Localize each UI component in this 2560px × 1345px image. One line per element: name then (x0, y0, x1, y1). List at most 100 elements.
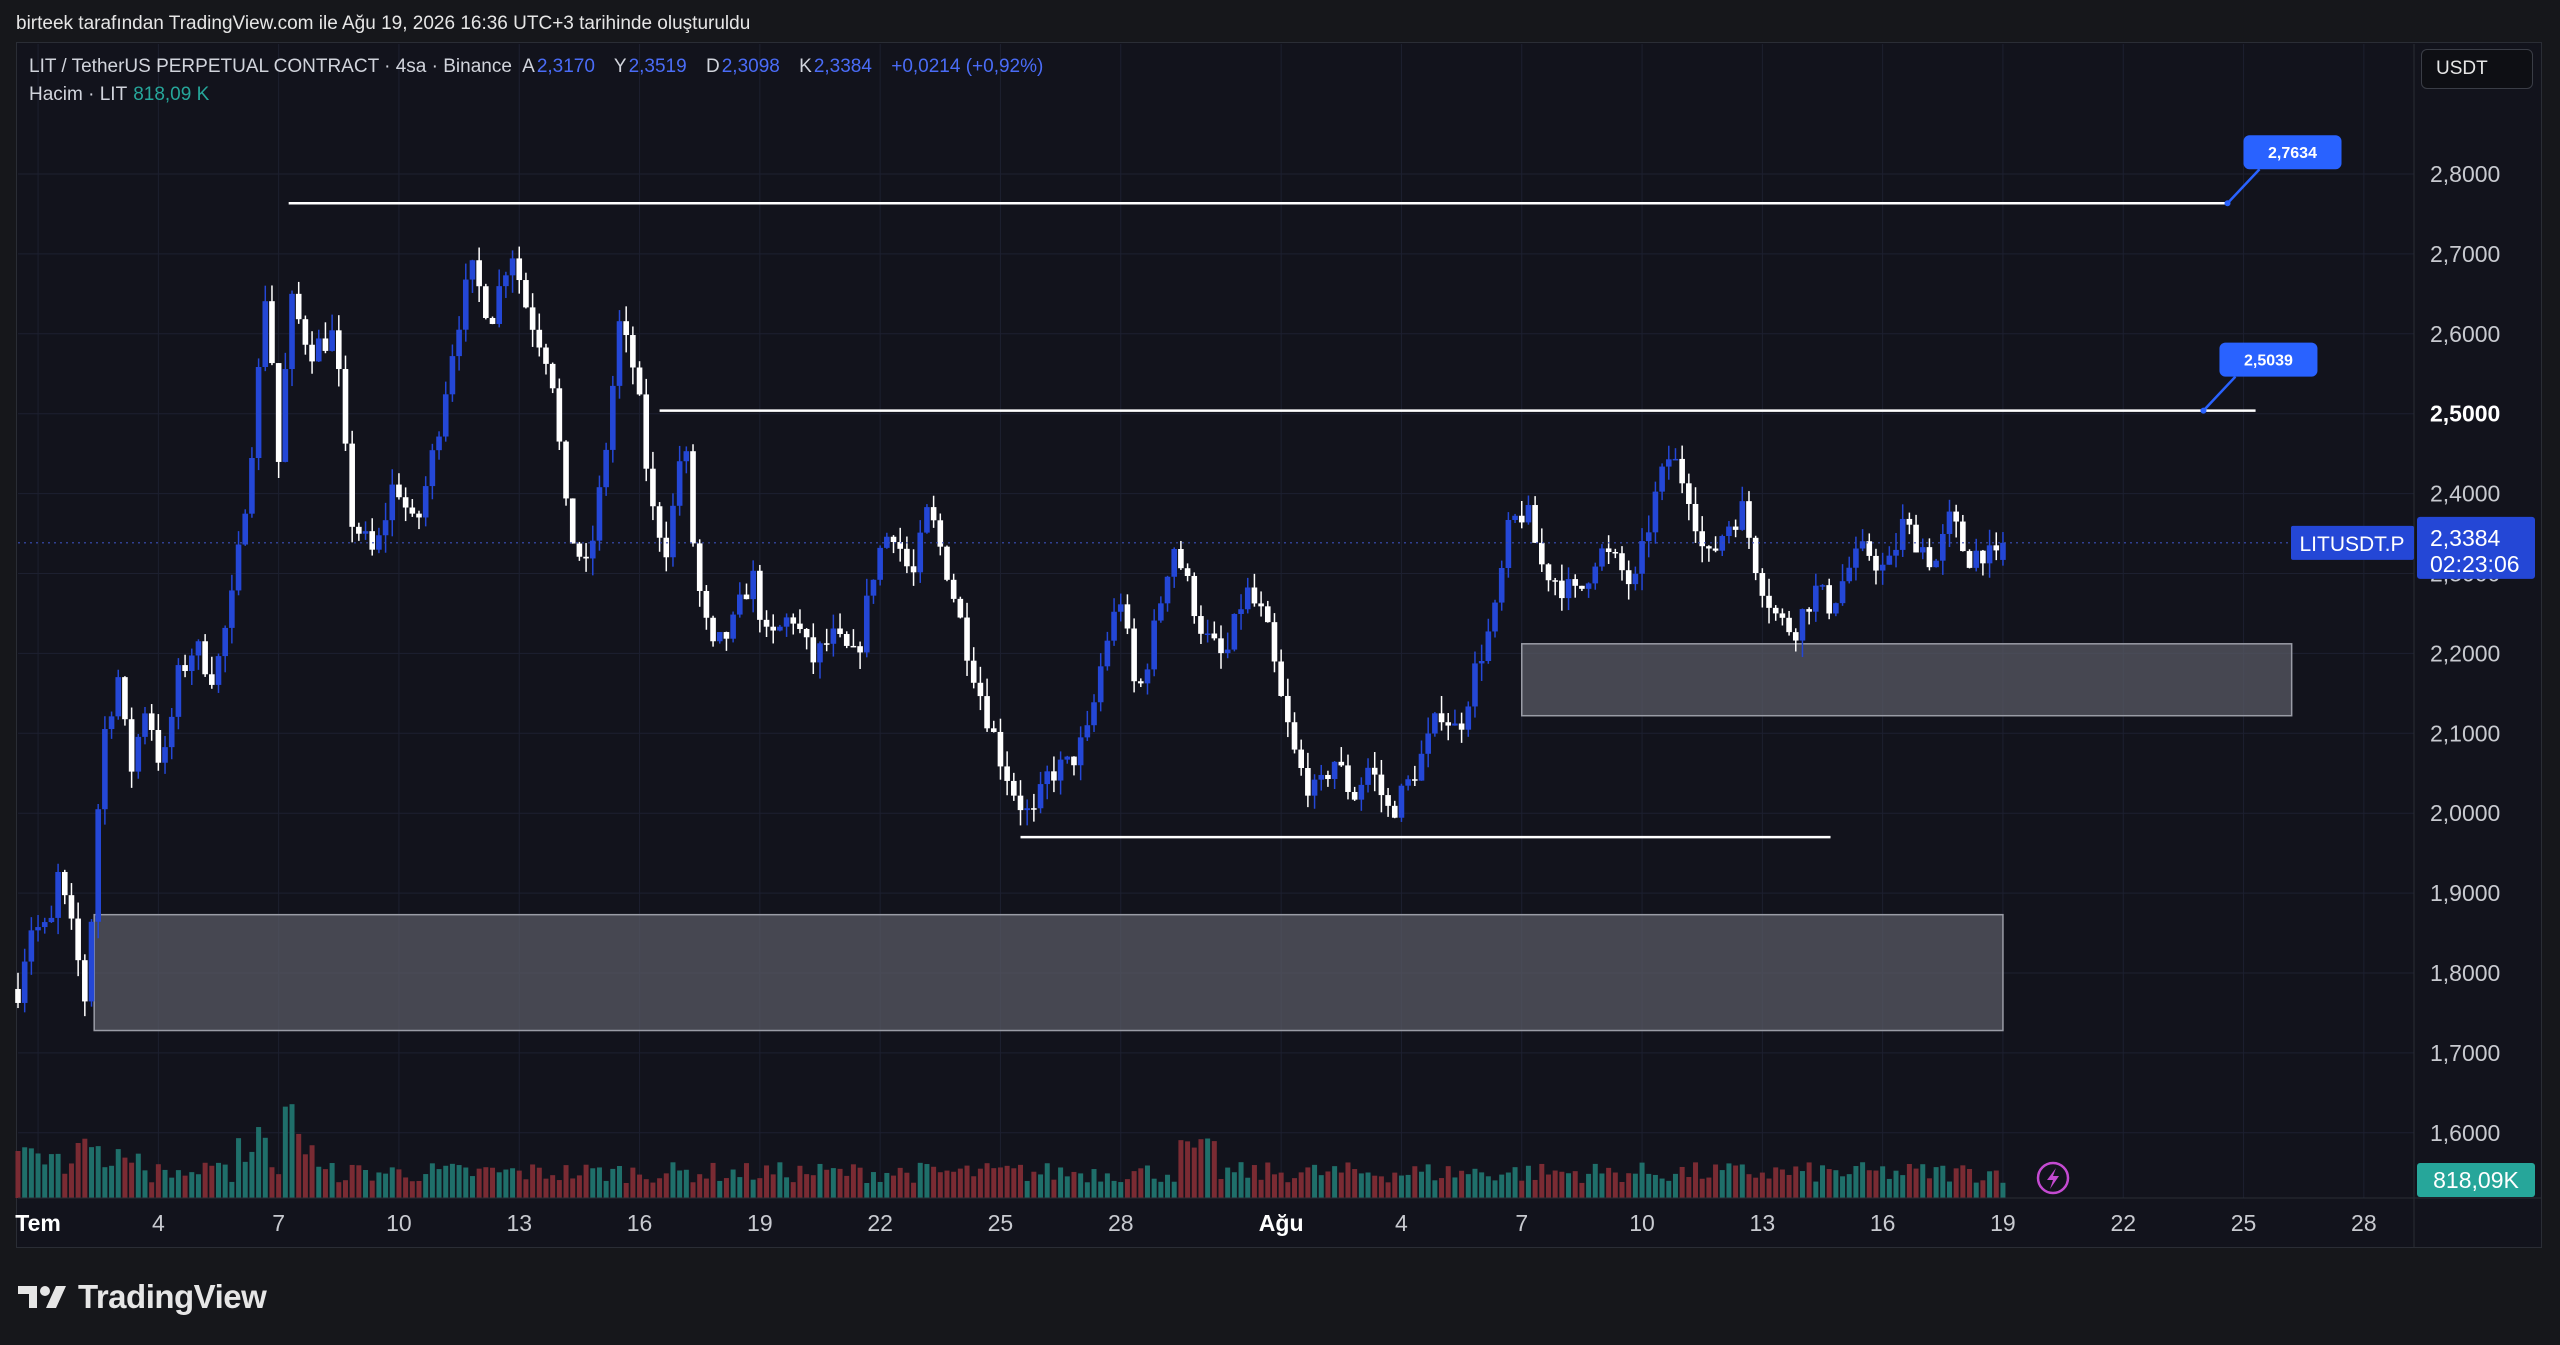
lightning-icon[interactable] (2036, 1161, 2070, 1195)
candle-body (28, 930, 35, 962)
candle-body (1599, 548, 1605, 567)
volume-bar (596, 1167, 602, 1198)
candle-body (1465, 706, 1472, 730)
volume-bar (997, 1167, 1003, 1198)
candle-body (977, 682, 984, 697)
y-tick-label: 2,7000 (2430, 241, 2500, 267)
candle-body (1271, 622, 1278, 662)
candle-body (1331, 761, 1338, 780)
callout-anchor (2224, 200, 2231, 207)
volume-bar (810, 1175, 816, 1198)
candle-body (1919, 547, 1926, 553)
volume-bar (463, 1167, 469, 1198)
volume-bar (897, 1167, 903, 1198)
volume-bar (1840, 1176, 1846, 1198)
volume-bar (1672, 1173, 1678, 1198)
x-tick-label: 13 (506, 1210, 532, 1236)
volume-bar (1599, 1173, 1605, 1198)
volume-bar (590, 1168, 596, 1198)
candle-body (1766, 595, 1772, 608)
lightning-icon-bolt (2047, 1168, 2059, 1189)
candle-body (536, 329, 543, 348)
tradingview-logo[interactable]: TradingView (18, 1278, 267, 1316)
candle-body (1017, 795, 1024, 811)
candle-body (148, 713, 155, 730)
price-chart[interactable]: 2,7634 2,5039 2,8000 2,7000 2,6000 2,5000 2,40… (0, 0, 2560, 1345)
volume-bar (1967, 1168, 1973, 1198)
volume-bar (617, 1166, 622, 1198)
volume-bar (603, 1180, 609, 1198)
volume-bar (891, 1175, 897, 1198)
volume-bar (1124, 1179, 1130, 1198)
volume-bar (1251, 1165, 1257, 1198)
candle-body (696, 543, 703, 591)
volume-bar (1512, 1167, 1518, 1198)
volume-bar (637, 1174, 643, 1198)
candle-body (442, 394, 449, 437)
volume-badge-value: 818,09K (2433, 1167, 2519, 1193)
volume-bar (877, 1181, 883, 1198)
symbol-name[interactable]: LIT / TetherUS PERPETUAL CONTRACT · 4sa … (29, 56, 512, 77)
candle-body (1679, 458, 1685, 484)
volume-bar (169, 1177, 175, 1198)
candle-body (877, 547, 883, 580)
volume-bar (1679, 1166, 1685, 1198)
volume-bar (1165, 1174, 1171, 1198)
volume-bar (75, 1142, 81, 1198)
volume-bar (1118, 1182, 1124, 1198)
volume-bar (503, 1169, 509, 1198)
volume-bar (777, 1162, 783, 1198)
volume-bar (1900, 1175, 1906, 1198)
candle-body (737, 594, 743, 615)
candle-body (1933, 560, 1939, 568)
candle-body (663, 537, 670, 558)
volume-bar (1586, 1173, 1592, 1198)
x-tick-label: 28 (2351, 1210, 2377, 1236)
candle-body (1117, 604, 1124, 612)
candle-body (389, 484, 396, 521)
volume-bar (189, 1172, 195, 1198)
volume-bar (1352, 1169, 1358, 1198)
volume-bar (1358, 1173, 1364, 1198)
candle-body (1285, 695, 1291, 723)
candle-body (1124, 604, 1131, 629)
candle-body (549, 363, 556, 389)
candle-body (315, 338, 322, 362)
candle-body (1084, 725, 1091, 738)
volume-bar (1940, 1165, 1946, 1198)
volume-bar (530, 1164, 536, 1198)
volume-bar (1144, 1165, 1150, 1198)
volume-bar (804, 1174, 810, 1198)
support-zone-2 (93, 913, 2004, 1032)
volume-bar (1472, 1168, 1478, 1198)
candle-body (1632, 573, 1639, 585)
candle-body (108, 716, 115, 730)
candle-body (1011, 780, 1017, 796)
x-tick-label: 16 (627, 1210, 653, 1236)
candle-body (255, 367, 262, 459)
volume-bar (1559, 1171, 1565, 1198)
currency-button[interactable]: USDT (2421, 49, 2533, 89)
volume-bar (1525, 1165, 1531, 1198)
volume-bar (1031, 1171, 1037, 1198)
candle-body (1966, 551, 1973, 568)
candle-body (242, 513, 249, 545)
y-tick-label: 1,7000 (2430, 1040, 2500, 1066)
volume-bar (1893, 1170, 1899, 1198)
candle-body (456, 329, 462, 357)
y-tick-label: 1,9000 (2430, 880, 2500, 906)
x-tick-label: 25 (988, 1210, 1014, 1236)
volume-bar (1385, 1182, 1391, 1198)
volume-bar (964, 1165, 970, 1198)
volume-bar (911, 1182, 917, 1198)
candle-body (523, 280, 529, 308)
candle-body (1111, 611, 1117, 641)
low-label: D (705, 56, 720, 77)
volume-bar (1846, 1174, 1852, 1198)
volume-bar (924, 1164, 930, 1198)
volume-bar (262, 1137, 268, 1198)
candle-body (1726, 526, 1732, 537)
candle-body (964, 617, 970, 661)
volume-bar (1338, 1172, 1344, 1198)
candle-body (262, 301, 269, 368)
